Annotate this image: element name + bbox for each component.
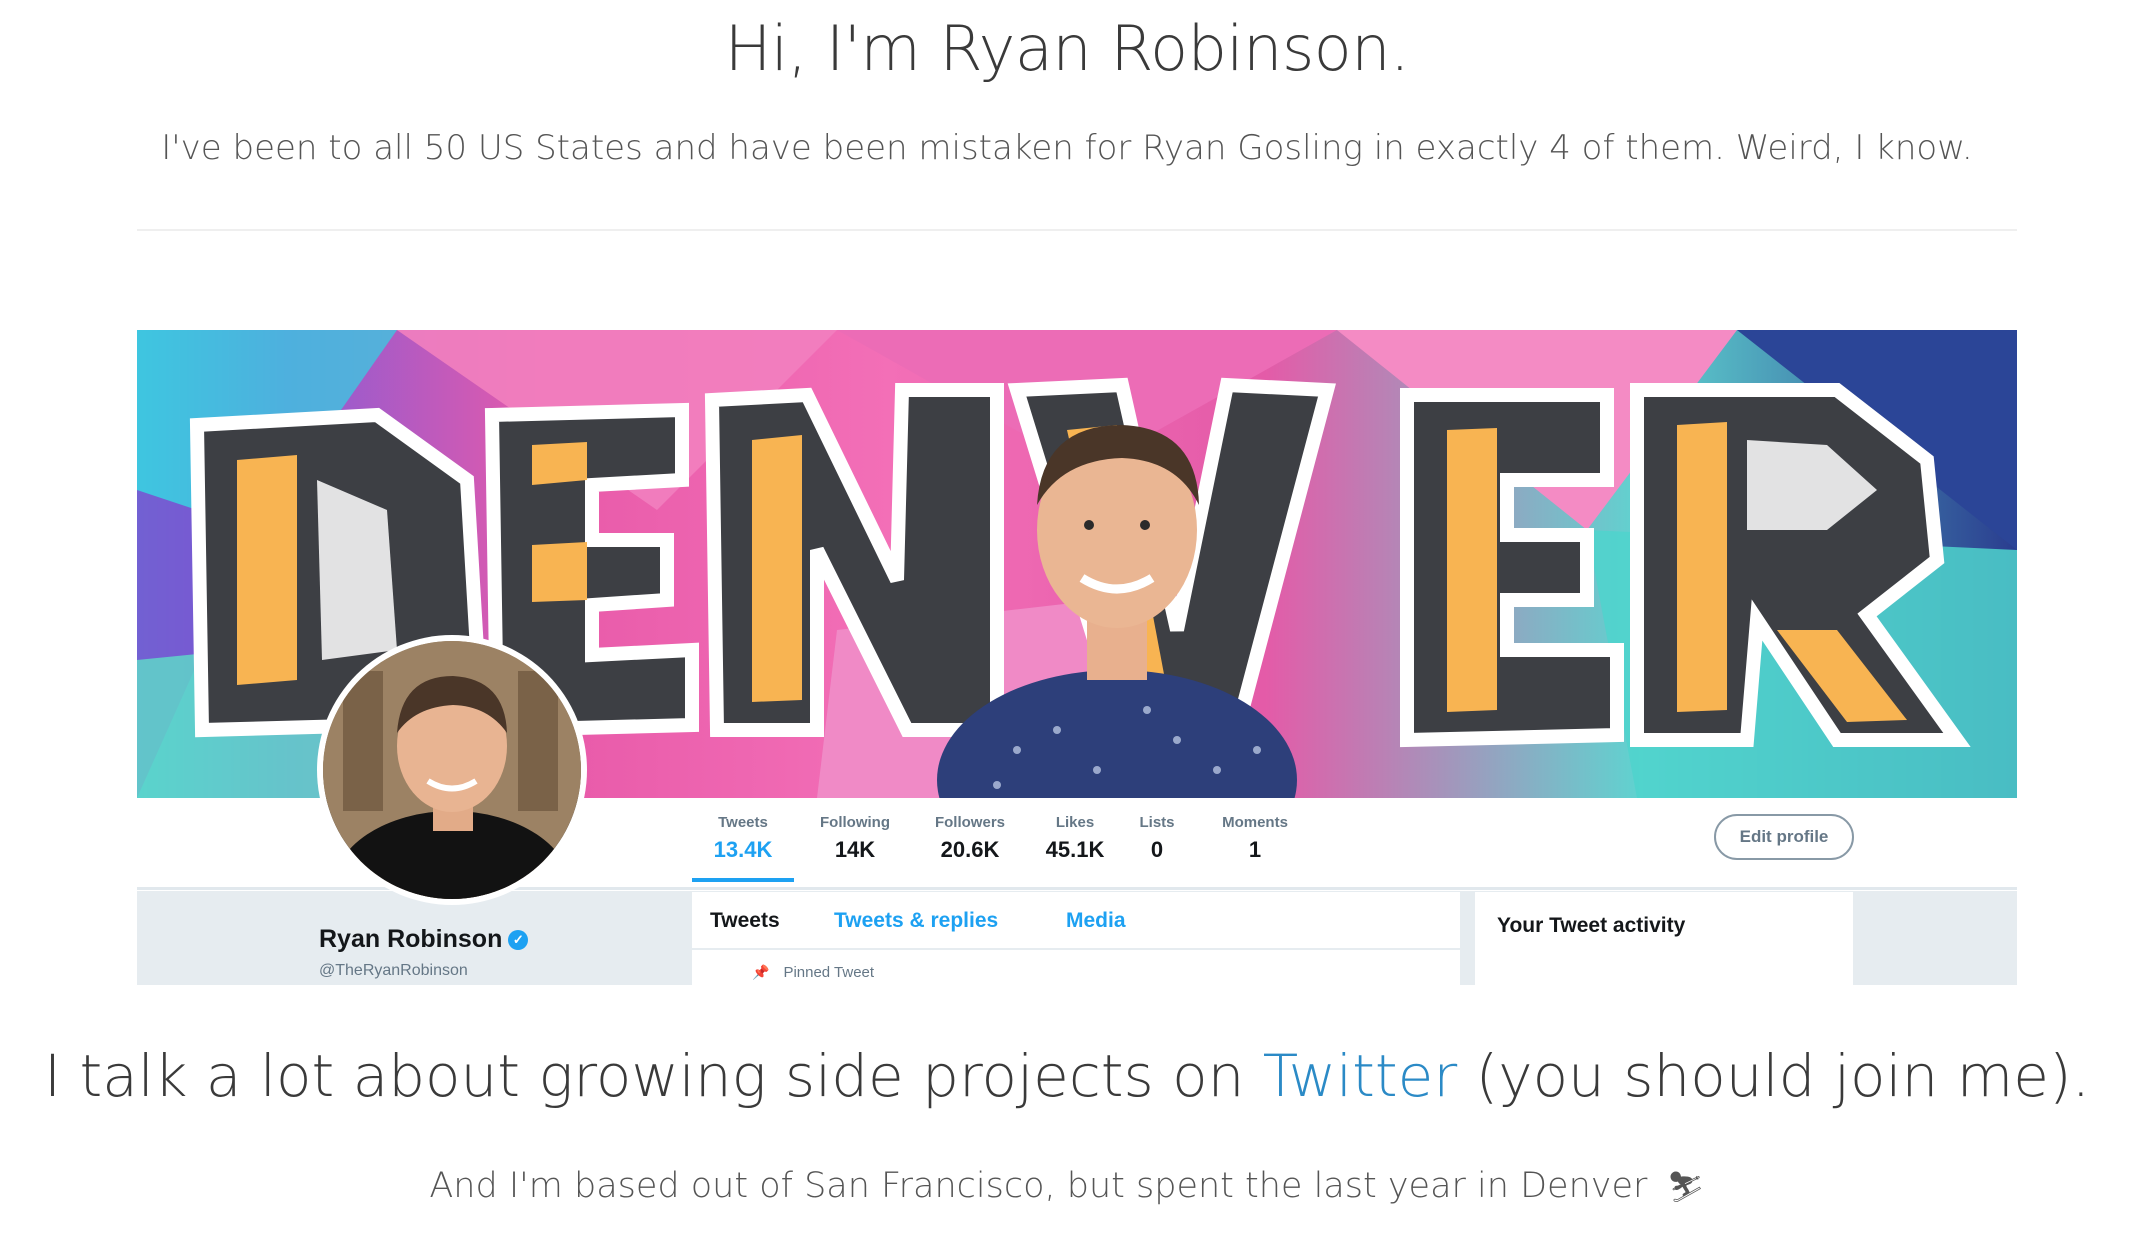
stat-label: Moments xyxy=(1222,814,1288,831)
stat-label: Likes xyxy=(1055,814,1095,831)
hero-title: Hi, I'm Ryan Robinson. xyxy=(724,12,1410,85)
avatar-photo xyxy=(323,641,581,899)
tab-media[interactable]: Media xyxy=(1066,909,1126,933)
stat-likes[interactable]: Likes 45.1K xyxy=(1035,814,1115,863)
tweet-activity-card: Your Tweet activity xyxy=(1475,892,1853,985)
pinned-tweet-label: 📌 Pinned Tweet xyxy=(752,964,874,981)
pin-icon: 📌 xyxy=(752,964,770,980)
stat-value: 14K xyxy=(834,837,876,862)
stat-value: 20.6K xyxy=(940,837,1000,862)
section-divider xyxy=(137,229,2017,231)
stat-label: Lists xyxy=(1139,814,1175,831)
stat-moments[interactable]: Moments 1 xyxy=(1212,814,1298,863)
profile-name-text: Ryan Robinson xyxy=(319,925,503,953)
tagline-after: (you should join me). xyxy=(1457,1042,2091,1110)
timeline-panel: Tweets Tweets & replies Media 📌 Pinned T… xyxy=(692,892,1460,985)
stat-label: Tweets xyxy=(718,814,768,831)
tagline: I talk a lot about growing side projects… xyxy=(0,1042,2134,1110)
stat-followers[interactable]: Followers 20.6K xyxy=(915,814,1025,863)
tagline-before: I talk a lot about growing side projects… xyxy=(43,1042,1263,1110)
hero-subtitle: I've been to all 50 US States and have b… xyxy=(161,128,1973,168)
active-stat-underline xyxy=(692,878,794,882)
profile-name: Ryan Robinson ✓ xyxy=(319,925,529,954)
twitter-profile-screenshot: Tweets 13.4K Following 14K Followers 20.… xyxy=(137,330,2017,985)
verified-badge-icon: ✓ xyxy=(508,929,529,950)
edit-profile-button[interactable]: Edit profile xyxy=(1714,814,1854,860)
profile-avatar[interactable] xyxy=(317,635,587,905)
stat-tweets[interactable]: Tweets 13.4K xyxy=(692,814,794,863)
location-text: And I'm based out of San Francisco, but … xyxy=(0,1166,2134,1206)
stat-following[interactable]: Following 14K xyxy=(805,814,905,863)
stat-lists[interactable]: Lists 0 xyxy=(1127,814,1187,863)
stat-value: 0 xyxy=(1150,837,1164,862)
activity-title: Your Tweet activity xyxy=(1497,914,1686,937)
skier-icon: ⛷ xyxy=(1666,1170,1705,1205)
twitter-link[interactable]: Twitter xyxy=(1263,1042,1457,1110)
tab-tweets-replies[interactable]: Tweets & replies xyxy=(834,909,998,933)
timeline-tabs: Tweets Tweets & replies Media xyxy=(692,892,1460,950)
stat-label: Following xyxy=(820,814,890,831)
location-sentence: And I'm based out of San Francisco, but … xyxy=(429,1166,1648,1206)
stat-label: Followers xyxy=(934,814,1005,831)
stat-value: 45.1K xyxy=(1045,837,1105,862)
stat-value: 13.4K xyxy=(713,837,773,862)
stat-value: 1 xyxy=(1248,837,1262,862)
tab-tweets[interactable]: Tweets xyxy=(710,909,780,933)
pinned-text: Pinned Tweet xyxy=(783,964,875,981)
profile-handle[interactable]: @TheRyanRobinson xyxy=(319,962,468,980)
